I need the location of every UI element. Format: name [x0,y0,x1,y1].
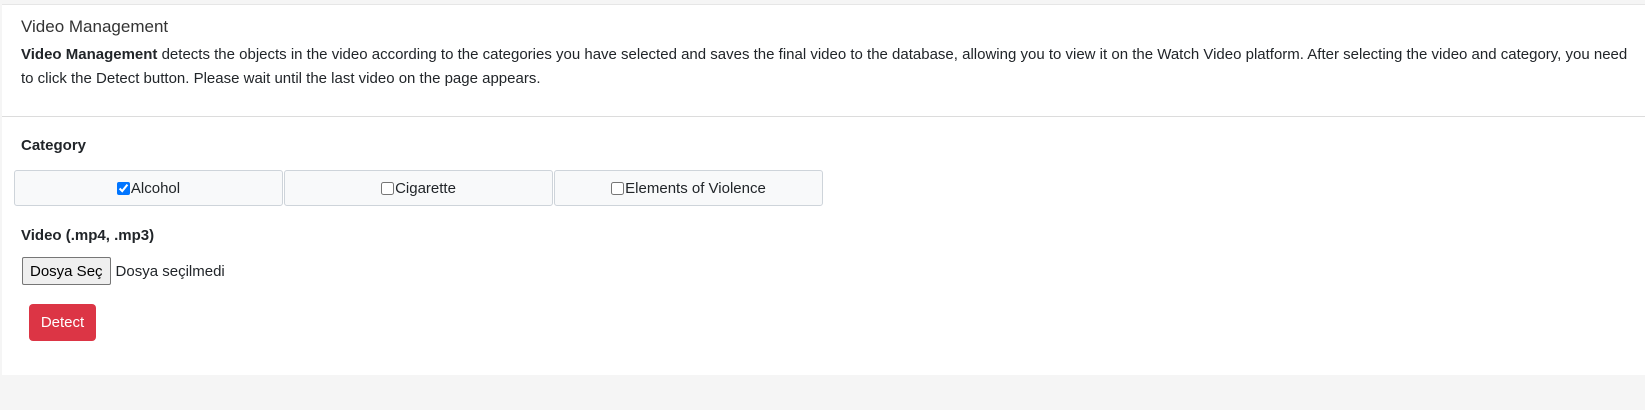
description: Video Management detects the objects in … [21,43,1641,91]
violence-checkbox[interactable] [611,181,625,195]
category-label-alcohol: Alcohol [130,179,181,197]
choose-file-button[interactable]: Dosya Seç [22,257,111,285]
file-input: Dosya Seç Dosya seçilmedi [22,257,225,285]
category-label: Category [21,137,87,154]
category-option-cigarette[interactable]: Cigarette [284,170,553,206]
category-option-alcohol[interactable]: Alcohol [14,170,283,206]
video-label: Video (.mp4, .mp3) [21,227,155,244]
description-bold: Video Management [21,46,158,63]
file-status: Dosya seçilmedi [115,262,225,280]
video-management-card: Video Management Video Management detect… [2,4,1645,375]
description-text: detects the objects in the video accordi… [21,46,1628,87]
page: Video Management Video Management detect… [0,0,1645,410]
card-header: Video Management Video Management detect… [2,5,1645,117]
alcohol-checkbox[interactable] [116,181,130,195]
category-group: Alcohol Cigarette Elements of Violence [14,170,824,206]
detect-button[interactable]: Detect [29,304,96,341]
category-label-violence: Elements of Violence [625,179,766,197]
page-title: Video Management [21,17,169,36]
category-label-cigarette: Cigarette [395,179,456,197]
cigarette-checkbox[interactable] [381,181,395,195]
category-option-violence[interactable]: Elements of Violence [554,170,823,206]
